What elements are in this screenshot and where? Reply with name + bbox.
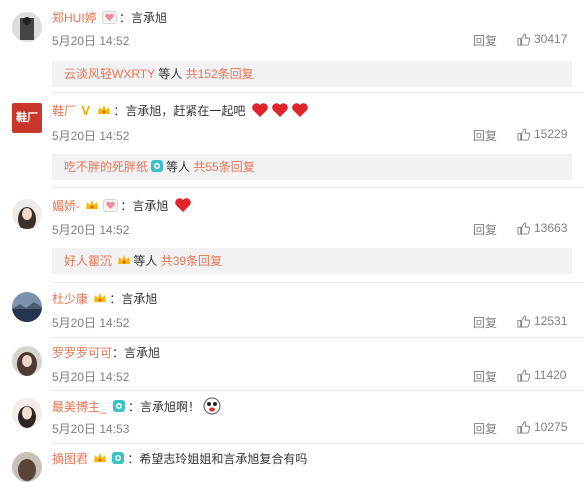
reply-user[interactable]: 吃不胖的死胖纸	[64, 160, 148, 174]
others-label: 等人	[133, 254, 158, 268]
sub-replies[interactable]: 吃不胖的死胖纸 等人 共55条回复	[52, 154, 572, 180]
like-count: 30417	[534, 32, 568, 46]
sub-replies[interactable]: 云淡风轻WXRTY 等人 共152条回复	[52, 61, 572, 87]
heart-badge-icon	[102, 11, 118, 24]
like-button[interactable]: 11420	[517, 368, 566, 382]
timestamp: 5月20日 14:52	[52, 129, 130, 143]
username[interactable]: 郑HUI婷	[52, 11, 97, 25]
colon-separator: ：	[113, 104, 126, 118]
timestamp: 5月20日 14:52	[52, 223, 130, 237]
avatar[interactable]	[12, 346, 42, 376]
reply-total[interactable]: 共152条回复	[186, 67, 254, 81]
sub-replies[interactable]: 好人瞿沉 等人 共39条回复	[52, 248, 572, 274]
thumbs-up-icon	[517, 420, 530, 434]
divider	[52, 187, 584, 188]
comment-text: 言承旭，赶紧在一起吧	[125, 104, 246, 118]
avatar[interactable]: 鞋厂	[12, 103, 42, 133]
timestamp: 5月20日 14:53	[52, 422, 130, 436]
thumbs-up-icon	[517, 314, 530, 328]
username[interactable]: 摘图君	[52, 452, 88, 466]
comment-text: 言承旭	[131, 11, 168, 25]
like-count: 12531	[534, 314, 568, 328]
comment-text: 言承旭	[124, 346, 161, 360]
thumbs-up-icon	[517, 32, 530, 46]
username[interactable]: 最美博主_	[52, 400, 107, 414]
divider	[52, 443, 584, 444]
like-button[interactable]: 30417	[517, 32, 567, 46]
crown-badge-icon	[98, 105, 111, 114]
avatar[interactable]	[12, 398, 42, 428]
face-emoji	[203, 397, 221, 415]
like-button[interactable]: 13663	[517, 221, 567, 235]
crown-badge-icon	[118, 255, 131, 264]
like-button[interactable]: 12531	[517, 314, 567, 328]
thumbs-up-icon	[517, 127, 530, 141]
avatar[interactable]	[12, 12, 42, 42]
colon-separator: ：	[127, 452, 140, 466]
timestamp: 5月20日 14:52	[52, 34, 130, 48]
reply-button[interactable]: 回复	[473, 127, 497, 144]
divider	[52, 390, 584, 391]
like-count: 13663	[534, 221, 568, 235]
like-button[interactable]: 10275	[517, 420, 567, 434]
heart-emoji	[174, 198, 191, 212]
divider	[52, 92, 584, 93]
colon-separator: ：	[112, 346, 125, 360]
vip-badge-icon: V	[81, 103, 91, 118]
reply-total[interactable]: 共39条回复	[161, 254, 222, 268]
like-count: 15229	[534, 127, 568, 141]
heart-emoji	[291, 103, 308, 117]
camera-badge-icon	[113, 400, 126, 412]
username[interactable]: 杜少康	[52, 292, 88, 306]
reply-button[interactable]: 回复	[473, 368, 497, 385]
comment-text: 希望志玲姐姐和言承旭复合有吗	[139, 452, 308, 466]
username[interactable]: 鞋厂	[52, 104, 76, 118]
like-count: 10275	[534, 420, 568, 434]
colon-separator: ：	[109, 292, 122, 306]
avatar[interactable]	[12, 292, 42, 322]
timestamp: 5月20日 14:52	[52, 316, 130, 330]
crown-badge-icon	[86, 200, 99, 209]
heart-emoji	[251, 103, 268, 117]
divider	[52, 282, 584, 283]
camera-badge-icon	[151, 160, 164, 172]
crown-badge-icon	[94, 293, 107, 302]
reply-button[interactable]: 回复	[473, 314, 497, 331]
reply-button[interactable]: 回复	[473, 420, 497, 437]
like-count: 11420	[534, 368, 567, 382]
username[interactable]: 罗罗罗可可	[52, 346, 112, 360]
timestamp: 5月20日 14:52	[52, 370, 130, 384]
comment-text: 言承旭啊！	[140, 400, 201, 414]
colon-separator: ：	[119, 11, 132, 25]
colon-separator: ：	[128, 400, 141, 414]
like-button[interactable]: 15229	[517, 127, 567, 141]
reply-user[interactable]: 好人瞿沉	[64, 254, 112, 268]
others-label: 等人	[166, 160, 191, 174]
crown-badge-icon	[94, 453, 107, 462]
avatar[interactable]	[12, 199, 42, 229]
reply-button[interactable]: 回复	[473, 32, 497, 49]
heart-badge-icon	[103, 199, 119, 212]
colon-separator: ：	[120, 199, 133, 213]
comment-text: 言承旭	[121, 292, 158, 306]
reply-total[interactable]: 共55条回复	[193, 160, 254, 174]
others-label: 等人	[158, 67, 183, 81]
username[interactable]: 媚娇-	[52, 199, 80, 213]
avatar-label: 鞋厂	[16, 112, 38, 124]
avatar[interactable]	[12, 452, 42, 482]
heart-emoji	[271, 103, 288, 117]
reply-user[interactable]: 云淡风轻WXRTY	[64, 67, 155, 81]
reply-button[interactable]: 回复	[473, 221, 497, 238]
comment-text: 言承旭	[132, 199, 169, 213]
thumbs-up-icon	[517, 221, 530, 235]
thumbs-up-icon	[517, 368, 530, 382]
camera-badge-icon	[112, 452, 125, 464]
divider	[52, 337, 584, 338]
